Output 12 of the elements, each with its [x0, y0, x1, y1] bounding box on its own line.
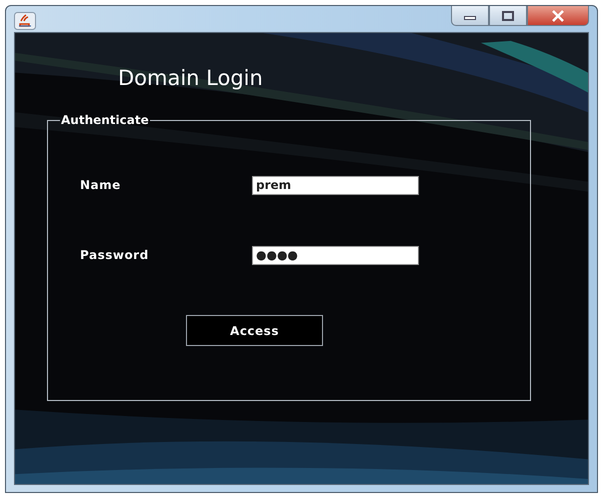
field-label: Name [80, 178, 122, 192]
close-button[interactable] [527, 6, 589, 26]
panel-legend: Authenticate [60, 113, 150, 127]
field-label: Password [80, 248, 150, 262]
close-icon [551, 10, 565, 22]
access-button[interactable]: Access [186, 315, 323, 346]
maximize-button[interactable] [489, 6, 527, 26]
input-field[interactable]: prem [252, 176, 419, 194]
maximize-icon [502, 10, 514, 20]
input-field[interactable]: ●●●● [252, 246, 419, 264]
login-heading: Domain Login [118, 66, 264, 90]
minimize-button[interactable] [451, 6, 489, 26]
